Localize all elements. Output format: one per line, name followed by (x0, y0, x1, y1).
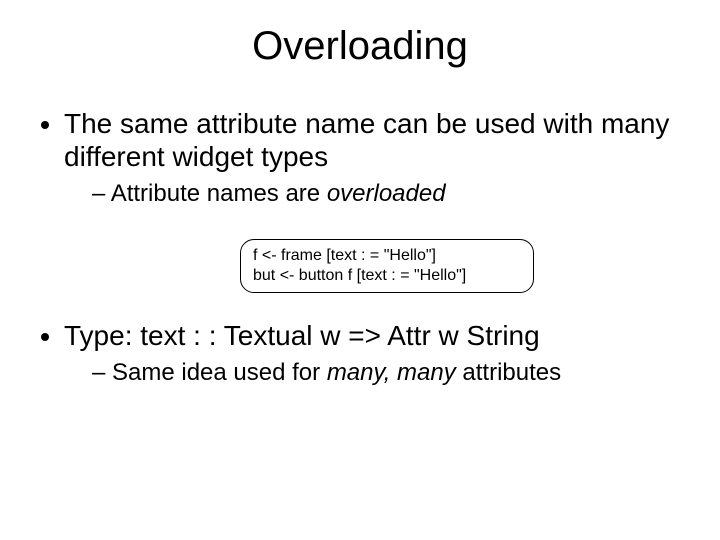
bullet-2: Type: text : : Textual w => Attr w Strin… (64, 319, 680, 388)
bullet-list: The same attribute name can be used with… (20, 107, 680, 209)
bullet-2-sub-post: attributes (456, 359, 561, 386)
bullet-2-sub-pre: Same idea used for (112, 359, 327, 386)
code-line-1: f <- frame [text : = "Hello"] (253, 246, 521, 266)
bullet-1-sub-em: overloaded (327, 180, 446, 207)
bullet-1-sub-pre: Attribute names are (111, 180, 327, 207)
slide: Overloading The same attribute name can … (0, 0, 720, 540)
bullet-list-2: Type: text : : Textual w => Attr w Strin… (20, 319, 680, 388)
code-example-box: f <- frame [text : = "Hello"] but <- but… (240, 239, 534, 293)
bullet-2-sub: Same idea used for many, many attributes (92, 358, 680, 388)
bullet-2-sub-em: many, many (327, 359, 456, 386)
bullet-1-text: The same attribute name can be used with… (64, 108, 669, 172)
bullet-1: The same attribute name can be used with… (64, 107, 680, 209)
bullet-2-text: Type: text : : Textual w => Attr w Strin… (64, 320, 540, 351)
bullet-2-sublist: Same idea used for many, many attributes (64, 358, 680, 388)
bullet-1-sub: Attribute names are overloaded (92, 179, 680, 209)
code-line-2: but <- button f [text : = "Hello"] (253, 266, 521, 286)
bullet-1-sublist: Attribute names are overloaded (64, 179, 680, 209)
slide-content: The same attribute name can be used with… (0, 107, 720, 388)
slide-title: Overloading (0, 0, 720, 81)
